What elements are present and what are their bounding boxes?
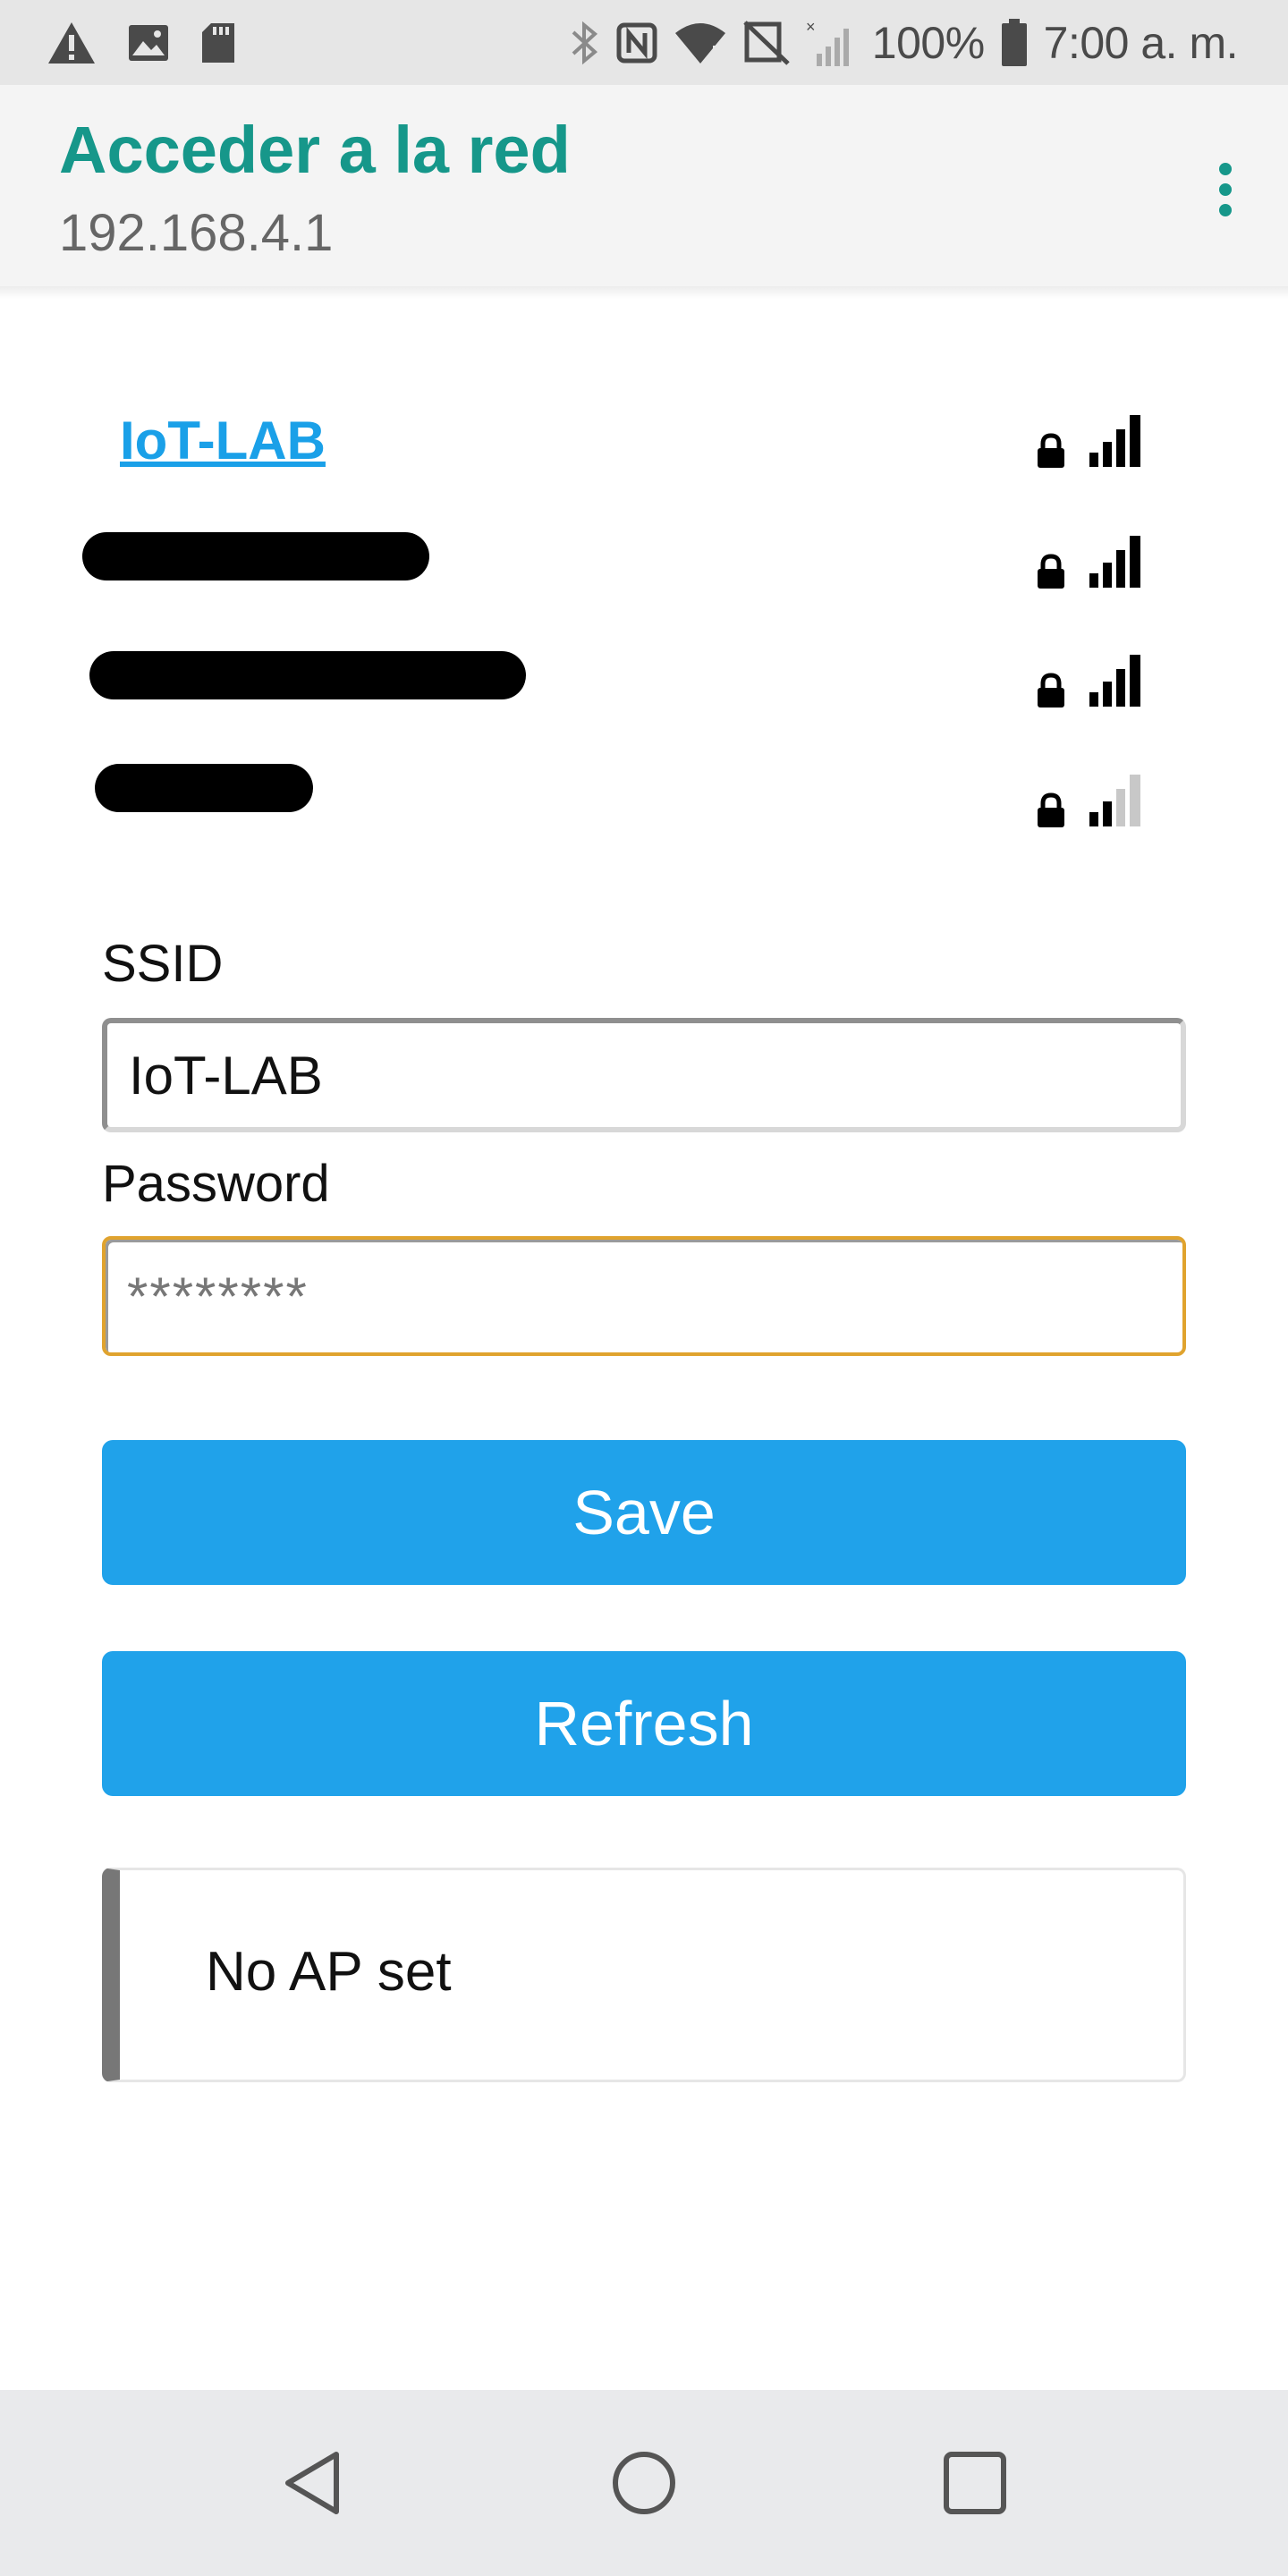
network-item[interactable] <box>0 633 1288 732</box>
save-button[interactable]: Save <box>102 1440 1186 1585</box>
refresh-button[interactable]: Refresh <box>102 1651 1186 1796</box>
wifi-icon <box>674 21 727 65</box>
battery-percent: 100% <box>871 17 985 68</box>
signal-no-service-icon: × <box>806 18 856 68</box>
signal-strength-icon <box>1089 415 1140 467</box>
status-message: No AP set <box>102 1868 1186 2082</box>
home-icon[interactable] <box>555 2390 733 2576</box>
redacted-ssid <box>95 764 313 812</box>
lock-icon <box>1038 433 1064 468</box>
signal-off-icon <box>743 20 790 65</box>
app-header: Acceder a la red 192.168.4.1 <box>0 85 1288 286</box>
status-bar: × 100% 7:00 a. m. <box>0 0 1288 85</box>
signal-strength-icon <box>1089 655 1140 707</box>
signal-strength-icon <box>1089 775 1140 826</box>
network-item[interactable] <box>0 753 1288 852</box>
more-vert-icon[interactable] <box>1199 149 1252 230</box>
recents-icon[interactable] <box>886 2390 1064 2576</box>
page-subtitle: 192.168.4.1 <box>59 204 334 262</box>
navigation-bar <box>0 2390 1288 2576</box>
lock-icon <box>1038 792 1064 827</box>
warning-icon <box>47 21 97 65</box>
redacted-ssid <box>89 651 526 699</box>
network-item[interactable]: IoT-LAB <box>0 394 1288 492</box>
password-input[interactable] <box>102 1236 1186 1356</box>
battery-icon <box>1001 18 1028 67</box>
header-divider <box>0 286 1288 299</box>
svg-text:×: × <box>806 18 816 36</box>
lock-icon <box>1038 554 1064 589</box>
nfc-icon <box>616 22 657 64</box>
clock: 7:00 a. m. <box>1043 17 1239 68</box>
status-message-text: No AP set <box>206 1941 452 2003</box>
signal-strength-icon <box>1089 536 1140 588</box>
lock-icon <box>1038 673 1064 708</box>
ssid-label: SSID <box>102 935 224 993</box>
image-icon <box>127 23 170 63</box>
back-icon[interactable] <box>224 2390 402 2576</box>
sd-card-icon <box>200 21 236 64</box>
ssid-input[interactable] <box>102 1018 1186 1132</box>
network-item[interactable] <box>0 514 1288 613</box>
password-label: Password <box>102 1155 330 1213</box>
network-ssid-link[interactable]: IoT-LAB <box>120 410 326 471</box>
bluetooth-icon <box>570 20 600 66</box>
page-title: Acceder a la red <box>59 113 571 187</box>
redacted-ssid <box>82 532 429 580</box>
